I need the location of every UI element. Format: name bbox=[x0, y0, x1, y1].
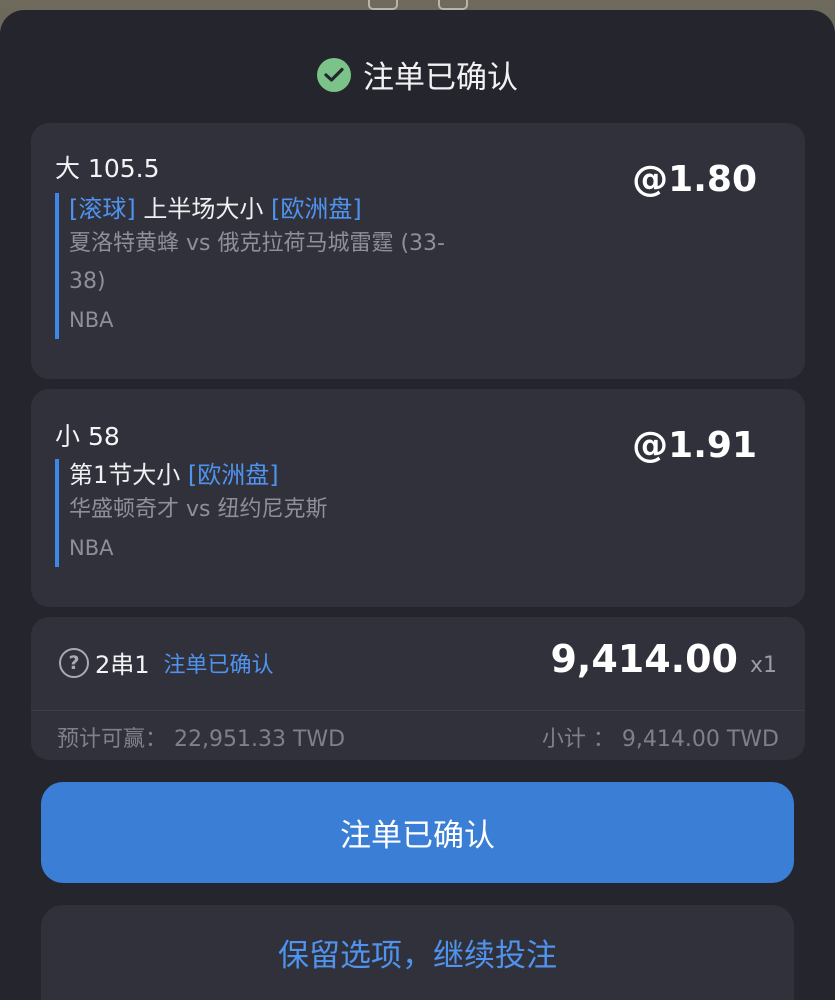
stake-amount: 9,414.00 bbox=[550, 637, 738, 681]
market-line: 第1节大小 [欧洲盘] bbox=[69, 459, 515, 491]
confirm-button[interactable]: 注单已确认 bbox=[41, 782, 794, 883]
selection-title: 小 58 bbox=[55, 422, 120, 451]
combo-summary-card: ? 2串1 注单已确认 9,414.00 x1 预计可赢： 22,951.33 … bbox=[31, 617, 805, 760]
question-help-icon[interactable]: ? bbox=[59, 647, 89, 678]
selection-detail: 第1节大小 [欧洲盘] 华盛顿奇才 vs 纽约尼克斯 NBA bbox=[55, 459, 515, 567]
odds-type-tag: [欧洲盘] bbox=[187, 461, 279, 489]
check-circle-icon bbox=[317, 57, 351, 92]
potential-win: 预计可赢： 22,951.33 TWD bbox=[57, 727, 346, 752]
subtotal: 小计 ： 9,414.00 TWD bbox=[541, 727, 779, 752]
divider bbox=[31, 710, 805, 711]
sheet-title: 注单已确认 bbox=[363, 60, 518, 96]
stake-display: 9,414.00 x1 bbox=[550, 637, 777, 681]
selection-title: 大 105.5 bbox=[55, 154, 160, 183]
market-name: 第1节大小 bbox=[69, 461, 181, 489]
selection-detail: [滚球] 上半场大小 [欧洲盘] 夏洛特黄蜂 vs 俄克拉荷马城雷霆 (33- … bbox=[55, 193, 515, 339]
league-text: NBA bbox=[69, 308, 114, 332]
field-icon bbox=[437, 0, 468, 10]
combo-row: ? 2串1 注单已确认 bbox=[59, 645, 274, 680]
combo-type-label: 2串1 bbox=[95, 651, 150, 679]
teams-text: 夏洛特黄蜂 vs 俄克拉荷马城雷霆 (33- bbox=[69, 231, 445, 256]
selection-card: 大 105.5 @1.80 [滚球] 上半场大小 [欧洲盘] 夏洛特黄蜂 vs … bbox=[31, 123, 805, 379]
background-tab bbox=[367, 0, 398, 10]
combo-status: 注单已确认 bbox=[163, 652, 274, 678]
selection-odds: @1.91 bbox=[632, 425, 757, 466]
teams-text: 华盛顿奇才 vs 纽约尼克斯 bbox=[69, 497, 328, 522]
live-tag: [滚球] bbox=[69, 195, 136, 223]
keep-selections-button[interactable]: 保留选项，继续投注 bbox=[41, 905, 794, 1000]
market-name: 上半场大小 bbox=[143, 195, 264, 223]
odds-type-tag: [欧洲盘] bbox=[271, 195, 362, 223]
league-text: NBA bbox=[69, 536, 114, 560]
selection-odds: @1.80 bbox=[632, 159, 757, 200]
market-line: [滚球] 上半场大小 [欧洲盘] bbox=[69, 193, 515, 225]
teams-text-cont: 38) bbox=[69, 269, 106, 294]
selection-card: 小 58 @1.91 第1节大小 [欧洲盘] 华盛顿奇才 vs 纽约尼克斯 NB… bbox=[31, 389, 805, 607]
sheet-header: 注单已确认 bbox=[0, 52, 835, 97]
background-tab bbox=[437, 0, 468, 10]
stake-multiplier: x1 bbox=[749, 653, 777, 678]
video-icon bbox=[367, 0, 398, 10]
